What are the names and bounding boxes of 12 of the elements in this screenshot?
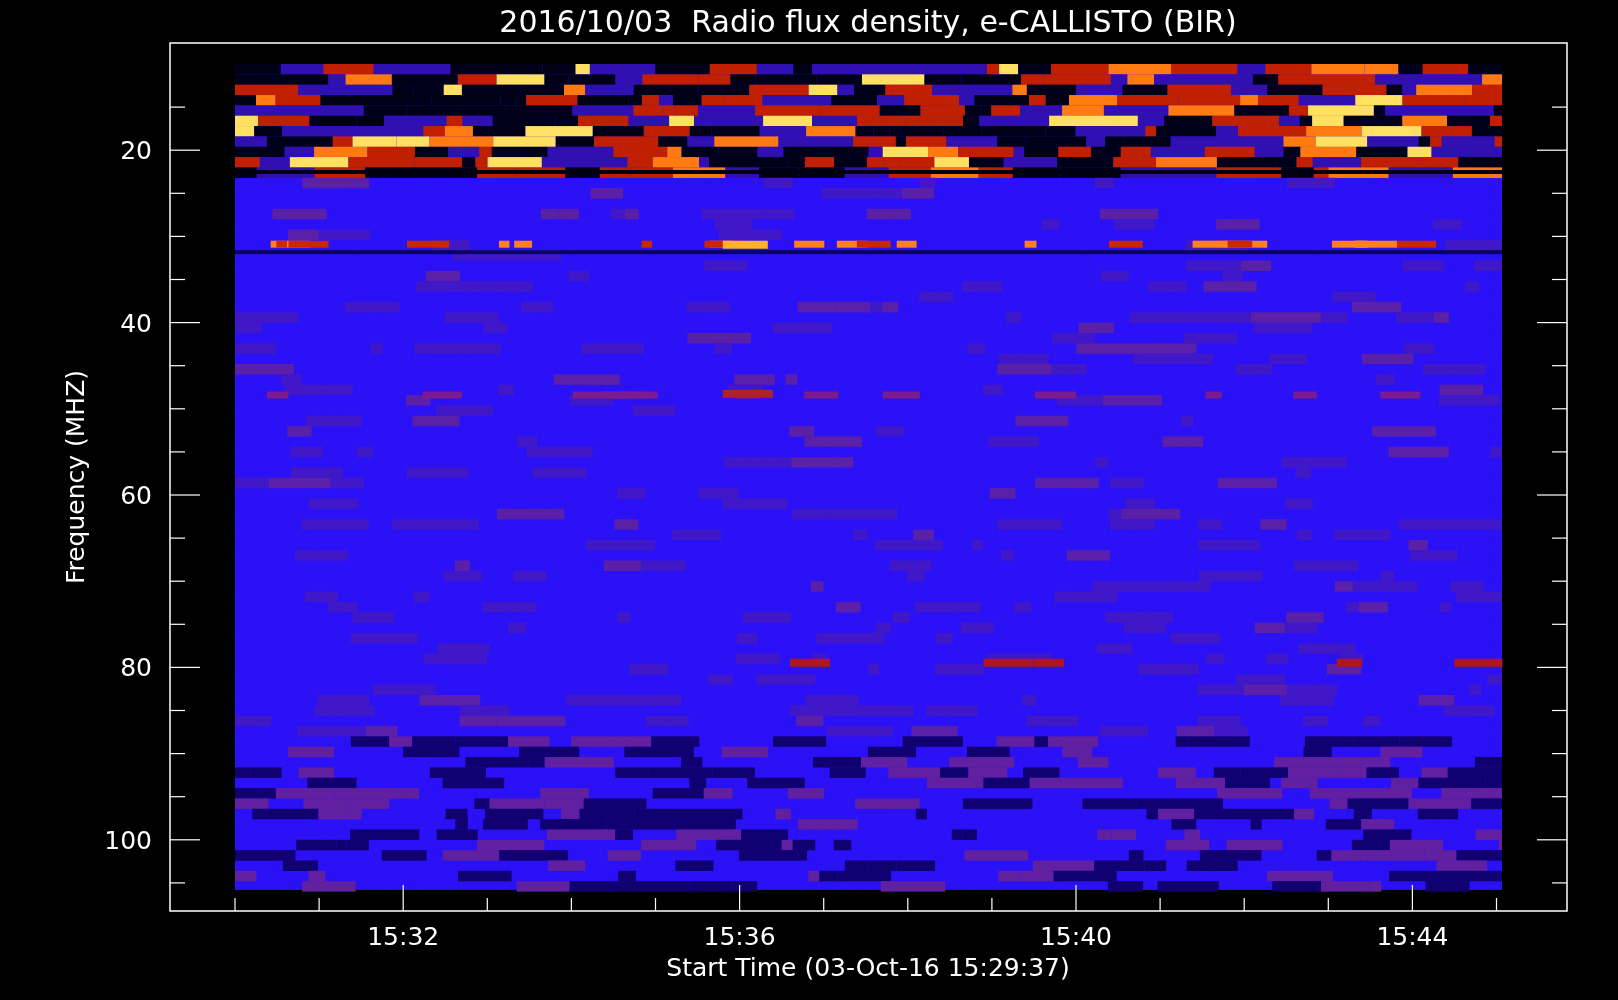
y-tick-label: 20: [120, 136, 152, 166]
y-tick-label: 60: [120, 481, 152, 510]
x-tick-label: 15:36: [703, 922, 776, 951]
y-tick-label: 80: [120, 653, 152, 683]
x-tick-label: 15:44: [1376, 922, 1449, 951]
y-tick-label: 100: [104, 825, 152, 855]
y-axis-label: Frequency (MHZ): [61, 369, 90, 585]
y-tick-label: 40: [120, 308, 152, 338]
x-axis-label: Start Time (03-Oct-16 15:29:37): [666, 953, 1070, 982]
chart-title: 2016/10/03 Radio flux density, e-CALLISTO (BIR): [499, 4, 1237, 39]
x-tick-label: 15:32: [367, 922, 440, 951]
x-tick-label: 15:40: [1040, 922, 1112, 951]
